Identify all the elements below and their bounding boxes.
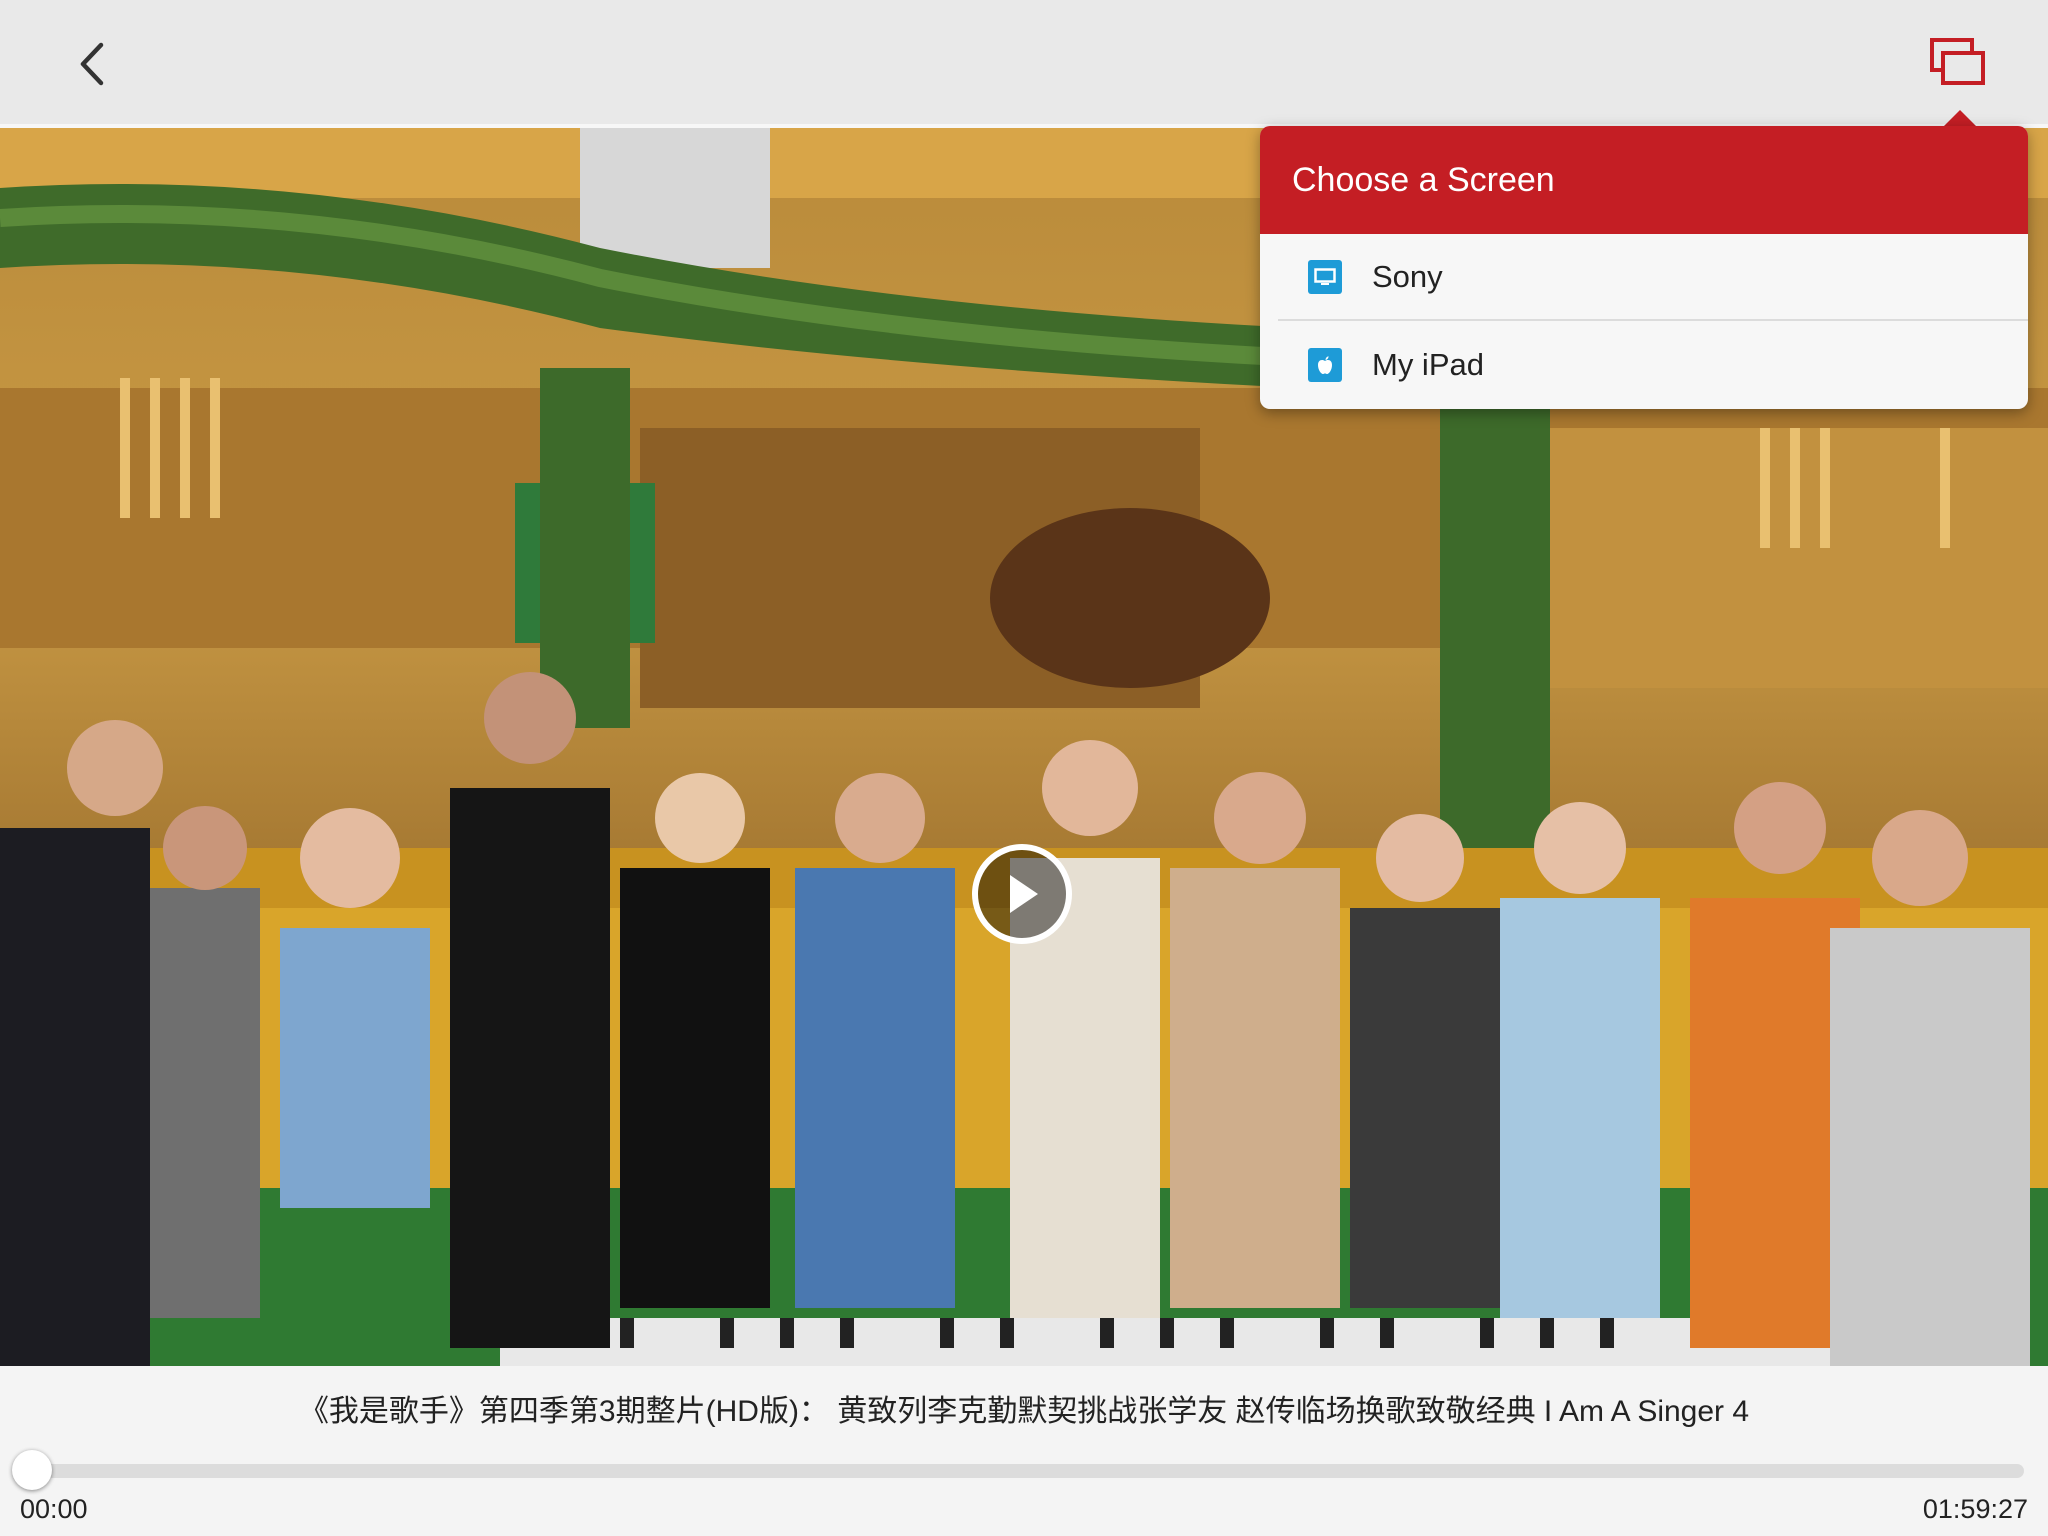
chevron-left-icon: [80, 42, 104, 86]
popup-title: Choose a Screen: [1260, 126, 2028, 234]
device-label: My iPad: [1372, 346, 1484, 382]
top-bar: [0, 0, 2048, 130]
choose-screen-popup: Choose a Screen Sony My iPad: [1260, 126, 2028, 409]
apple-icon: [1308, 347, 1342, 382]
play-button[interactable]: [972, 844, 1072, 944]
cast-screen-button[interactable]: [1920, 30, 1996, 94]
seek-bar[interactable]: [24, 1464, 2024, 1478]
device-item-my-ipad[interactable]: My iPad: [1278, 321, 2028, 408]
device-label: Sony: [1372, 258, 1443, 294]
player-controls: 《我是歌手》第四季第3期整片(HD版)： 黄致列李克勤默契挑战张学友 赵传临场换…: [0, 1366, 2048, 1536]
duration: 01:59:27: [1922, 1494, 2028, 1524]
current-time: 00:00: [20, 1494, 88, 1524]
cast-screen-icon: [1930, 38, 1985, 85]
tv-icon: [1308, 259, 1342, 294]
back-button[interactable]: [60, 28, 124, 100]
device-item-sony[interactable]: Sony: [1278, 234, 2028, 321]
video-title: 《我是歌手》第四季第3期整片(HD版)： 黄致列李克勤默契挑战张学友 赵传临场换…: [298, 1395, 1750, 1428]
play-icon: [1010, 875, 1038, 913]
seek-thumb[interactable]: [12, 1450, 52, 1490]
